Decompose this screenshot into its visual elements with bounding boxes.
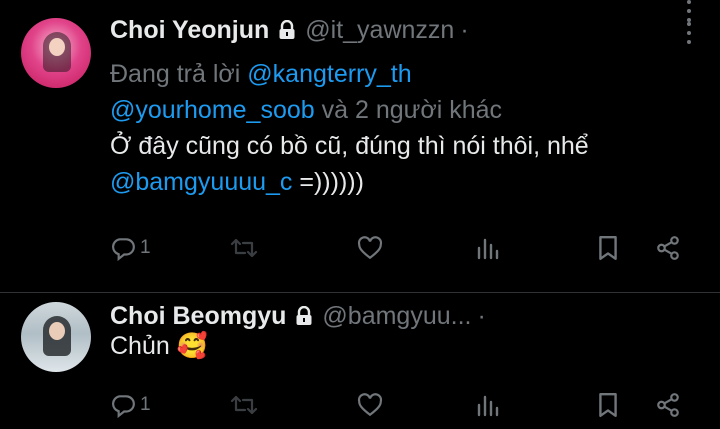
replying-to-line: Đang trả lời @kangterry_th xyxy=(110,56,589,92)
mention-link[interactable]: @kangterry_th xyxy=(247,60,411,88)
bookmark-button[interactable] xyxy=(597,390,619,420)
smiling-face-with-hearts-emoji: 🥰 xyxy=(176,332,208,360)
reply-button[interactable]: 1 xyxy=(110,390,151,420)
like-button[interactable] xyxy=(357,390,383,420)
tweet-text: Chủn xyxy=(110,332,170,360)
handle[interactable]: @bamgyuu... xyxy=(322,302,471,331)
reply-icon xyxy=(110,235,136,261)
bookmark-icon xyxy=(597,235,619,261)
tweet[interactable]: Choi Yeonjun @it_yawnzzn · Đang trả lời … xyxy=(0,0,720,293)
more-options-icon[interactable] xyxy=(686,0,692,24)
display-name[interactable]: Choi Beomgyu xyxy=(110,302,286,331)
action-bar: 1 xyxy=(110,390,690,420)
views-button[interactable] xyxy=(475,233,499,263)
share-icon xyxy=(655,235,681,261)
display-name[interactable]: Choi Yeonjun xyxy=(110,16,269,45)
avatar[interactable] xyxy=(21,18,91,88)
tweet-text-line: @bamgyuuuu_c =)))))) xyxy=(110,164,589,200)
retweet-icon xyxy=(230,235,258,261)
lock-icon xyxy=(278,19,296,40)
mention-link[interactable]: @yourhome_soob xyxy=(110,96,315,124)
tweet[interactable]: Choi Beomgyu @bamgyuu... · Chủn 🥰 1 xyxy=(0,292,720,429)
reply-button[interactable]: 1 xyxy=(110,233,151,263)
tweet-header: Choi Yeonjun @it_yawnzzn · xyxy=(110,15,469,45)
action-bar: 1 xyxy=(110,233,690,263)
share-button[interactable] xyxy=(655,390,681,420)
reply-count: 1 xyxy=(140,394,151,415)
replying-others[interactable]: và 2 người khác xyxy=(315,96,502,124)
mention-link[interactable]: @bamgyuuuu_c xyxy=(110,168,292,196)
handle[interactable]: @it_yawnzzn xyxy=(305,16,454,45)
bookmark-button[interactable] xyxy=(597,233,619,263)
lock-icon xyxy=(295,305,313,326)
views-button[interactable] xyxy=(475,390,499,420)
separator-dot: · xyxy=(460,15,469,44)
bookmark-icon xyxy=(597,392,619,418)
views-icon xyxy=(475,236,499,260)
tweet-header: Choi Beomgyu @bamgyuu... · xyxy=(110,301,486,331)
heart-icon xyxy=(357,393,383,417)
views-icon xyxy=(475,393,499,417)
retweet-button[interactable] xyxy=(230,233,258,263)
replying-to-line: @yourhome_soob và 2 người khác xyxy=(110,92,589,128)
like-button[interactable] xyxy=(357,233,383,263)
reply-icon xyxy=(110,392,136,418)
more-options-icon[interactable] xyxy=(686,22,692,46)
tweet-text-suffix: =)))))) xyxy=(292,168,364,196)
retweet-icon xyxy=(230,392,258,418)
share-button[interactable] xyxy=(655,233,681,263)
tweet-body: Đang trả lời @kangterry_th @yourhome_soo… xyxy=(110,56,589,200)
retweet-button[interactable] xyxy=(230,390,258,420)
tweet-body: Chủn 🥰 xyxy=(110,328,208,364)
separator-dot: · xyxy=(477,301,486,330)
tweet-text: Ở đây cũng có bồ cũ, đúng thì nói thôi, … xyxy=(110,132,589,160)
reply-count: 1 xyxy=(140,237,151,258)
heart-icon xyxy=(357,236,383,260)
replying-prefix: Đang trả lời xyxy=(110,60,248,88)
avatar-face xyxy=(49,322,65,340)
avatar-face xyxy=(49,38,65,56)
share-icon xyxy=(655,392,681,418)
avatar[interactable] xyxy=(21,302,91,372)
